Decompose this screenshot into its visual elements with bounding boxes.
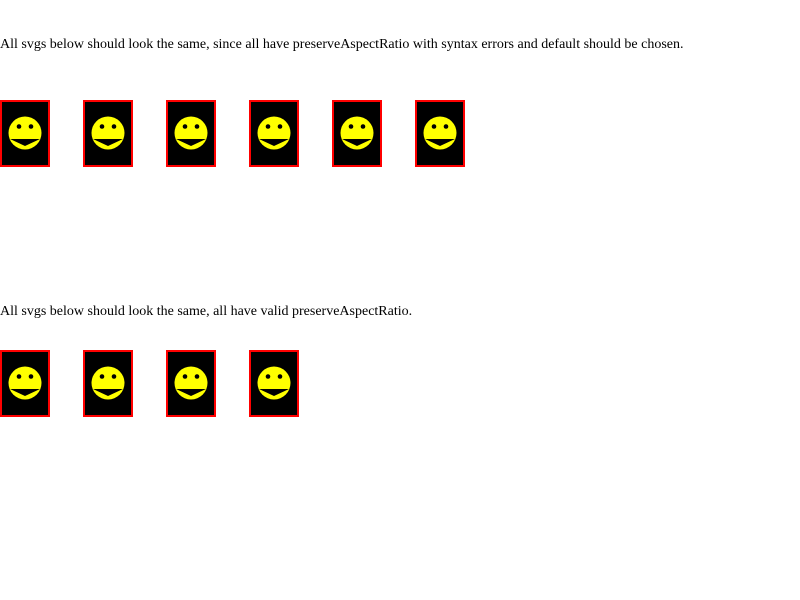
smiley-frame	[415, 100, 465, 167]
smiley-eye	[431, 124, 437, 129]
smiley-eye	[194, 124, 200, 129]
smiley-eye	[277, 124, 283, 129]
smiley-face-icon	[8, 366, 42, 400]
smiley-eye	[28, 124, 34, 129]
smiley-eye	[182, 374, 188, 379]
smiley-eye	[277, 374, 283, 379]
smiley-eye	[360, 124, 366, 129]
smiley-frame	[249, 350, 299, 417]
smiley-face-icon	[423, 116, 457, 150]
smiley-face-icon	[340, 116, 374, 150]
smiley-eye	[28, 374, 34, 379]
smiley-eye	[99, 124, 105, 129]
smiley-eye	[182, 124, 188, 129]
smiley-frame	[83, 350, 133, 417]
smiley-face-icon	[91, 366, 125, 400]
smiley-eye	[111, 124, 117, 129]
smiley-frame	[332, 100, 382, 167]
smiley-frame	[0, 100, 50, 167]
smiley-eye	[111, 374, 117, 379]
smiley-eye	[443, 124, 449, 129]
smiley-face-icon	[257, 366, 291, 400]
smiley-eye	[348, 124, 354, 129]
smiley-frame	[0, 350, 50, 417]
smiley-face-icon	[91, 116, 125, 150]
smiley-frame	[249, 100, 299, 167]
smiley-eye	[16, 374, 22, 379]
smiley-eye	[16, 124, 22, 129]
smiley-face-icon	[257, 116, 291, 150]
smiley-face-icon	[174, 116, 208, 150]
smiley-eye	[265, 374, 271, 379]
smiley-eye	[99, 374, 105, 379]
section-2-caption: All svgs below should look the same, all…	[0, 304, 413, 319]
smiley-eye	[194, 374, 200, 379]
smiley-eye	[265, 124, 271, 129]
section-1-caption: All svgs below should look the same, sin…	[0, 37, 684, 52]
smiley-frame	[83, 100, 133, 167]
smiley-frame	[166, 100, 216, 167]
smiley-face-icon	[8, 116, 42, 150]
smiley-frame	[166, 350, 216, 417]
smiley-face-icon	[174, 366, 208, 400]
